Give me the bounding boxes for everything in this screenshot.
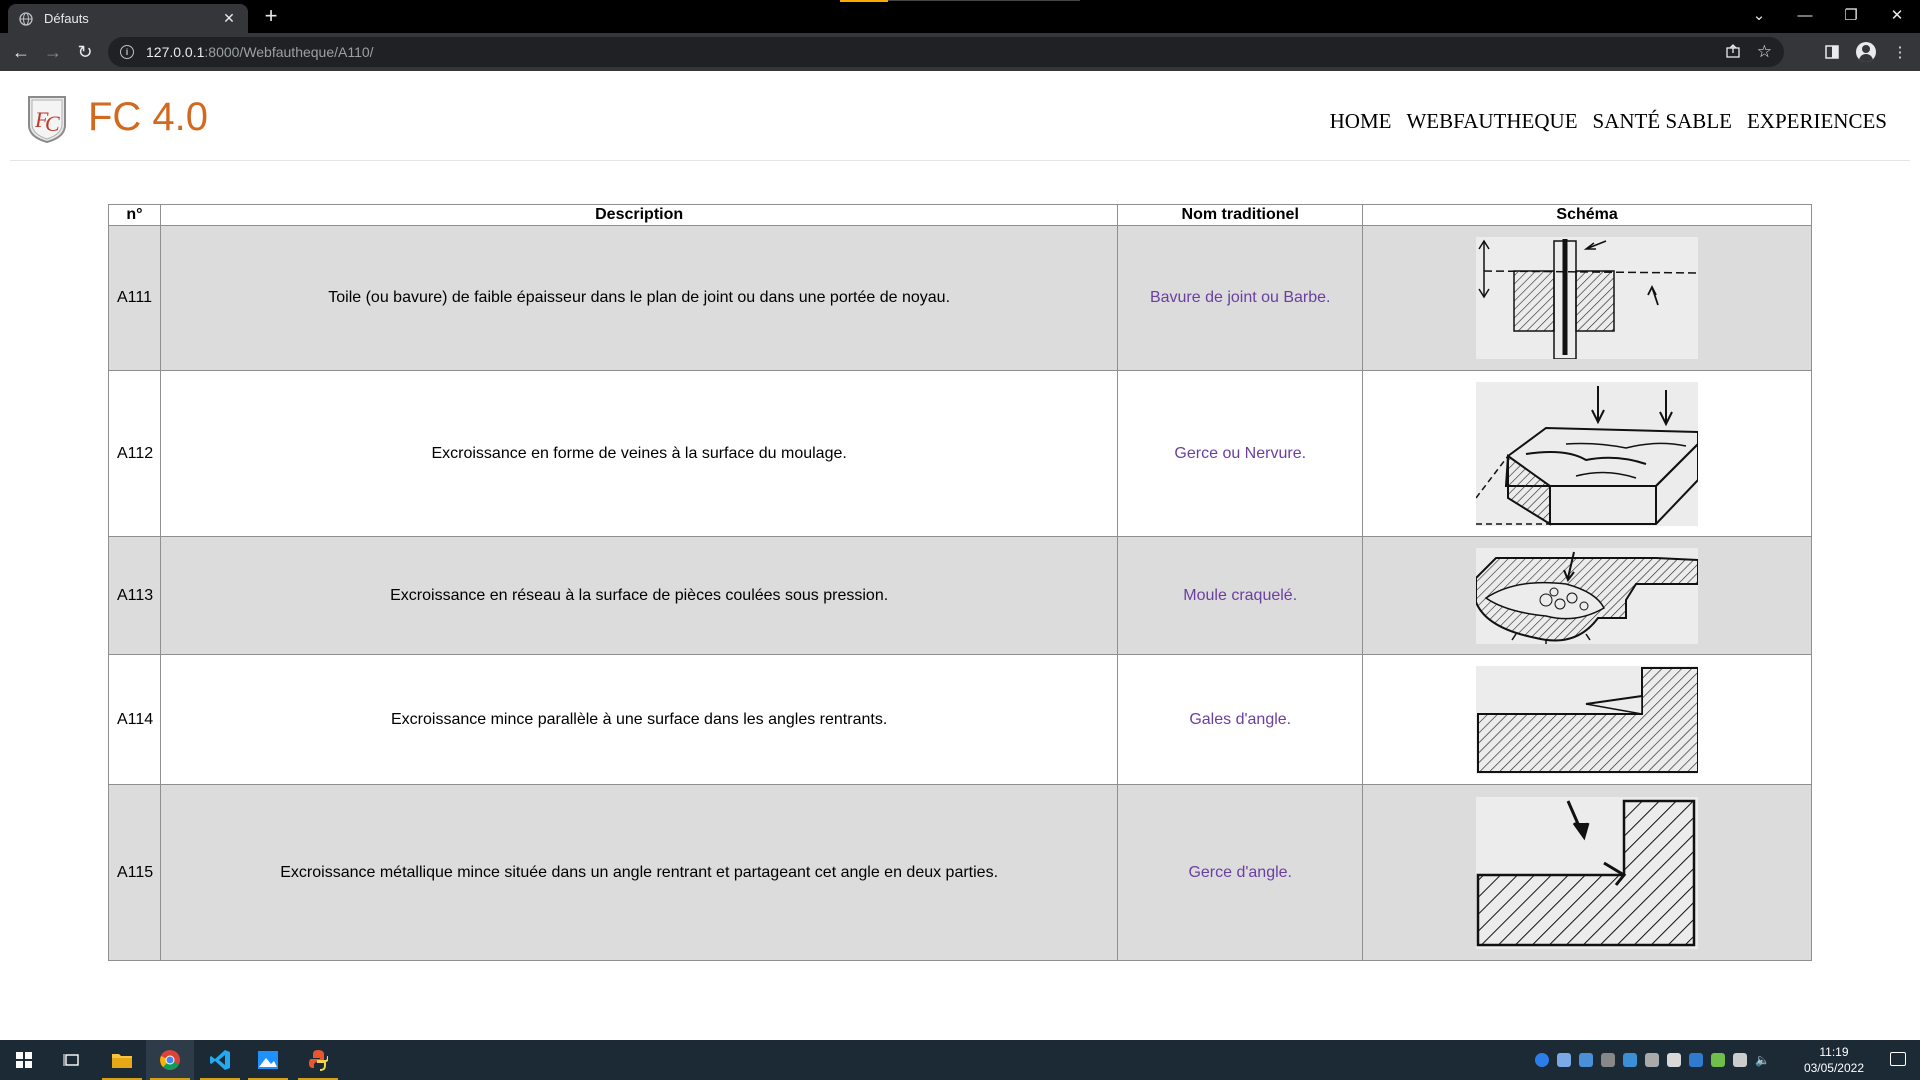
tray-app-icon[interactable]: [1711, 1053, 1726, 1067]
nav-webfautheque[interactable]: WEBFAUTHEQUE: [1406, 109, 1577, 134]
tab-close-icon[interactable]: ✕: [220, 10, 238, 28]
table-row: A112 Excroissance en forme de veines à l…: [108, 370, 1812, 537]
schema-corner-crack-diagram: [1476, 796, 1699, 949]
python-app-icon[interactable]: [294, 1040, 342, 1080]
svg-text:C: C: [45, 111, 60, 136]
defect-traditional-name: Gerce d'angle.: [1117, 784, 1364, 961]
url-host: 127.0.0.1: [146, 44, 205, 60]
defect-traditional-name: Bavure de joint ou Barbe.: [1117, 225, 1364, 371]
header-schema: Schéma: [1362, 204, 1812, 226]
schema-flash-diagram: [1476, 237, 1699, 359]
tab-title: Défauts: [44, 11, 89, 26]
schema-corner-scab-diagram: [1476, 665, 1699, 774]
defect-traditional-name: Gales d'angle.: [1117, 654, 1364, 785]
schema-cell: [1362, 370, 1812, 537]
nav-experiences[interactable]: EXPERIENCES: [1747, 109, 1887, 134]
tray-app-icon[interactable]: [1623, 1053, 1638, 1067]
task-view-icon[interactable]: [48, 1040, 96, 1080]
globe-icon: [18, 11, 34, 27]
forward-icon[interactable]: →: [38, 37, 68, 67]
taskbar-clock[interactable]: 11:19 03/05/2022: [1804, 1044, 1864, 1076]
defect-description: Excroissance mince parallèle à une surfa…: [159, 654, 1119, 785]
reload-icon[interactable]: ↻: [70, 37, 100, 67]
tray-app-icon[interactable]: [1557, 1053, 1572, 1067]
close-window-icon[interactable]: ✕: [1874, 0, 1920, 30]
tray-app-icon[interactable]: [1601, 1053, 1616, 1067]
nav-sante-sable[interactable]: SANTÉ SABLE: [1593, 109, 1732, 134]
toolbar-right: ⋮: [1820, 37, 1912, 67]
info-icon[interactable]: i: [120, 45, 134, 59]
defect-description: Excroissance en forme de veines à la sur…: [159, 370, 1119, 537]
defects-table: n° Description Nom traditionel Schéma A1…: [108, 204, 1812, 961]
tray-app-icon[interactable]: [1667, 1053, 1682, 1067]
omnibox-actions: ☆: [1725, 37, 1772, 67]
schema-veining-diagram: [1476, 381, 1699, 526]
url-path: :8000/Webfautheque/A110/: [204, 44, 374, 60]
header-number: n°: [108, 204, 161, 226]
table-header-row: n° Description Nom traditionel Schéma: [108, 204, 1812, 226]
defect-number: A112: [108, 370, 161, 537]
tab-search-icon[interactable]: ⌄: [1736, 0, 1782, 30]
tray-app-icon[interactable]: [1645, 1053, 1660, 1067]
tray-app-icon[interactable]: [1579, 1053, 1594, 1067]
site-header: F C FC 4.0 HOME WEBFAUTHEQUE SANTÉ SABLE…: [10, 71, 1910, 161]
table-row: A114 Excroissance mince parallèle à une …: [108, 654, 1812, 785]
clock-date: 03/05/2022: [1803, 1061, 1864, 1075]
defect-description: Toile (ou bavure) de faible épaisseur da…: [159, 225, 1119, 371]
defect-description: Excroissance en réseau à la surface de p…: [159, 536, 1119, 655]
file-explorer-icon[interactable]: [98, 1040, 146, 1080]
defect-number: A114: [108, 654, 161, 785]
schema-crazed-mould-diagram: [1476, 547, 1699, 644]
share-icon[interactable]: [1725, 43, 1741, 62]
table-row: A111 Toile (ou bavure) de faible épaisse…: [108, 225, 1812, 371]
defect-number: A111: [108, 225, 161, 371]
site-brand[interactable]: FC 4.0: [88, 95, 208, 140]
windows-start-icon[interactable]: [0, 1040, 48, 1080]
bookmark-star-icon[interactable]: ☆: [1757, 42, 1772, 62]
tray-app-icon[interactable]: [1689, 1053, 1704, 1067]
schema-cell: [1362, 654, 1812, 785]
table-row: A113 Excroissance en réseau à la surface…: [108, 536, 1812, 655]
clock-time: 11:19: [1819, 1045, 1849, 1059]
minimize-icon[interactable]: —: [1782, 0, 1828, 30]
address-bar[interactable]: i 127.0.0.1:8000/Webfautheque/A110/ ☆: [108, 37, 1784, 67]
windows-taskbar: 🔈 11:19 03/05/2022: [0, 1040, 1920, 1080]
main-nav: HOME WEBFAUTHEQUE SANTÉ SABLE EXPERIENCE…: [1330, 109, 1887, 134]
restore-icon[interactable]: ❐: [1828, 0, 1874, 30]
network-icon[interactable]: [1733, 1053, 1748, 1067]
table-row: A115 Excroissance métallique mince situé…: [108, 784, 1812, 961]
side-panel-icon[interactable]: [1820, 40, 1844, 64]
fc-logo[interactable]: F C: [27, 95, 67, 144]
schema-cell: [1362, 536, 1812, 655]
vscode-icon[interactable]: [196, 1040, 244, 1080]
chrome-icon[interactable]: [146, 1040, 194, 1080]
window-controls: ⌄ — ❐ ✕: [1736, 0, 1920, 33]
defect-description: Excroissance métallique mince située dan…: [159, 784, 1119, 961]
schema-cell: [1362, 225, 1812, 371]
defect-number: A113: [108, 536, 161, 655]
defect-traditional-name: Moule craquelé.: [1117, 536, 1364, 655]
defect-traditional-name: Gerce ou Nervure.: [1117, 370, 1364, 537]
volume-muted-icon[interactable]: 🔈: [1755, 1053, 1770, 1067]
tab-strip-line: [888, 0, 1080, 1]
header-traditional-name: Nom traditionel: [1117, 204, 1364, 226]
tab-loading-indicator: [840, 0, 888, 2]
avatar: [1856, 42, 1876, 62]
schema-cell: [1362, 784, 1812, 961]
browser-tabbar: Défauts ✕ + ⌄ — ❐ ✕: [0, 0, 1920, 33]
tray-app-icon[interactable]: [1535, 1053, 1550, 1067]
defect-number: A115: [108, 784, 161, 961]
browser-toolbar: ← → ↻ i 127.0.0.1:8000/Webfautheque/A110…: [0, 33, 1920, 71]
notification-icon[interactable]: [1890, 1052, 1906, 1066]
photos-app-icon[interactable]: [244, 1040, 292, 1080]
browser-tab[interactable]: Défauts ✕: [8, 4, 248, 33]
profile-avatar[interactable]: [1854, 40, 1878, 64]
back-icon[interactable]: ←: [6, 37, 36, 67]
nav-home[interactable]: HOME: [1330, 109, 1392, 134]
header-description: Description: [159, 204, 1119, 226]
new-tab-button[interactable]: +: [260, 5, 282, 28]
menu-dots-icon[interactable]: ⋮: [1888, 40, 1912, 64]
system-tray: 🔈: [1535, 1040, 1770, 1080]
